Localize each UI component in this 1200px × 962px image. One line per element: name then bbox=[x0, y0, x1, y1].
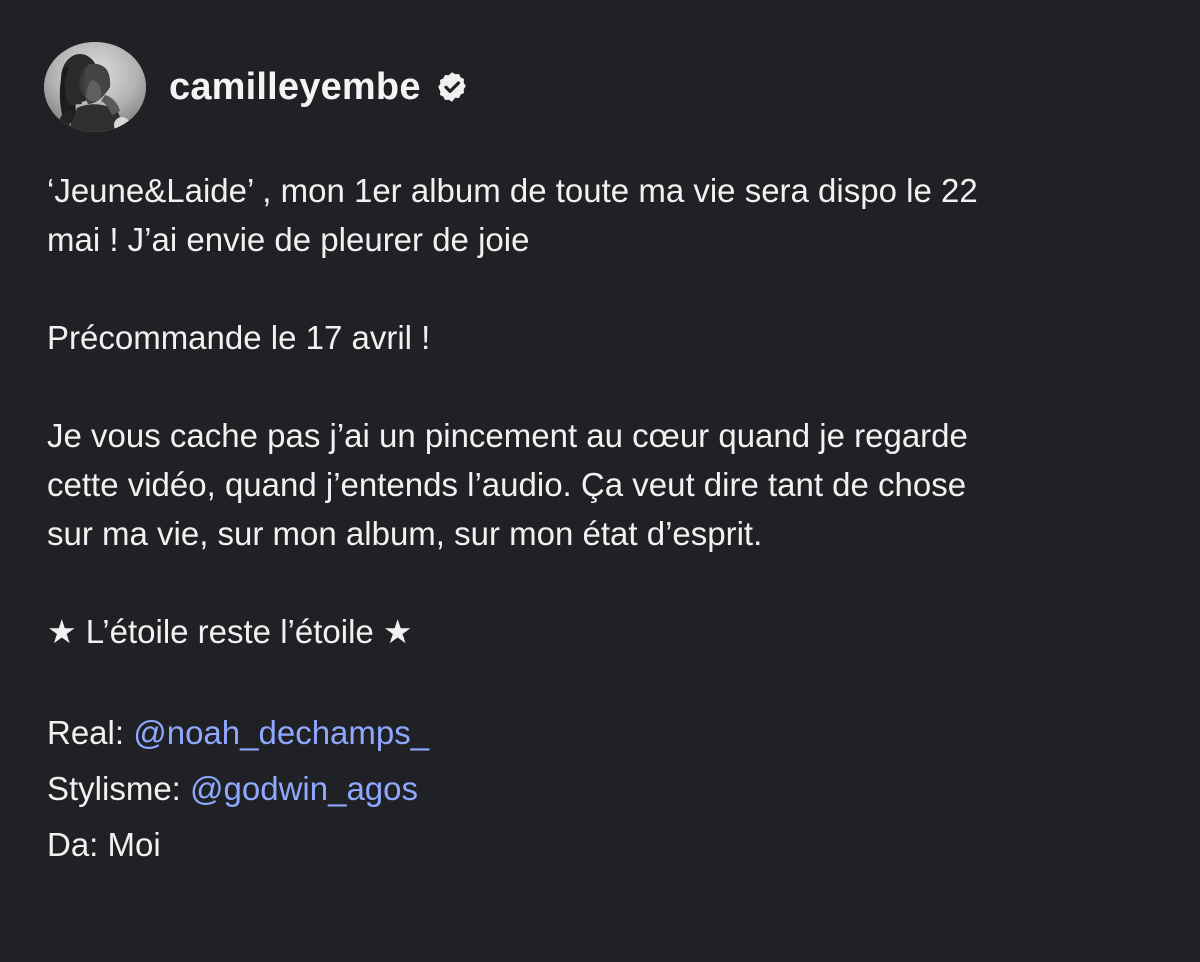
username[interactable]: camilleyembe bbox=[169, 68, 421, 106]
caption-paragraph-3: Je vous cache pas j’ai un pincement au c… bbox=[47, 411, 1187, 558]
caption-paragraph-4: ★ L’étoile reste l’étoile ★ bbox=[47, 607, 1187, 656]
caption-line: mai ! J’ai envie de pleurer de joie bbox=[47, 221, 530, 258]
caption-line: Je vous cache pas j’ai un pincement au c… bbox=[47, 417, 968, 454]
caption-line: ★ L’étoile reste l’étoile ★ bbox=[47, 613, 413, 650]
caption: ‘Jeune&Laide’ , mon 1er album de toute m… bbox=[47, 166, 1187, 873]
caption-line: cette vidéo, quand j’entends l’audio. Ça… bbox=[47, 466, 967, 503]
caption-line: ‘Jeune&Laide’ , mon 1er album de toute m… bbox=[47, 172, 978, 209]
credits: Real: @noah_dechamps_ Stylisme: @godwin_… bbox=[47, 705, 1187, 873]
mention-godwin-agos[interactable]: @godwin_agos bbox=[190, 770, 418, 807]
verified-badge-icon bbox=[435, 70, 469, 104]
credit-da: Da: Moi bbox=[47, 826, 161, 863]
avatar[interactable] bbox=[44, 42, 146, 132]
avatar-photo bbox=[44, 42, 146, 132]
instagram-post: camilleyembe ‘Jeune&Laide’ , mon 1er alb… bbox=[0, 0, 1200, 962]
credit-real-label: Real: bbox=[47, 714, 125, 751]
credit-real: Real: @noah_dechamps_ bbox=[47, 705, 1187, 761]
mention-noah-dechamps[interactable]: @noah_dechamps_ bbox=[133, 714, 429, 751]
credit-stylisme: Stylisme: @godwin_agos bbox=[47, 761, 1187, 817]
caption-line: Précommande le 17 avril ! bbox=[47, 319, 431, 356]
caption-paragraph-2: Précommande le 17 avril ! bbox=[47, 313, 1187, 362]
post-header: camilleyembe bbox=[44, 42, 469, 132]
author-block: camilleyembe bbox=[169, 68, 469, 106]
caption-line: sur ma vie, sur mon album, sur mon état … bbox=[47, 515, 763, 552]
caption-paragraph-1: ‘Jeune&Laide’ , mon 1er album de toute m… bbox=[47, 166, 1187, 264]
credit-stylisme-label: Stylisme: bbox=[47, 770, 181, 807]
